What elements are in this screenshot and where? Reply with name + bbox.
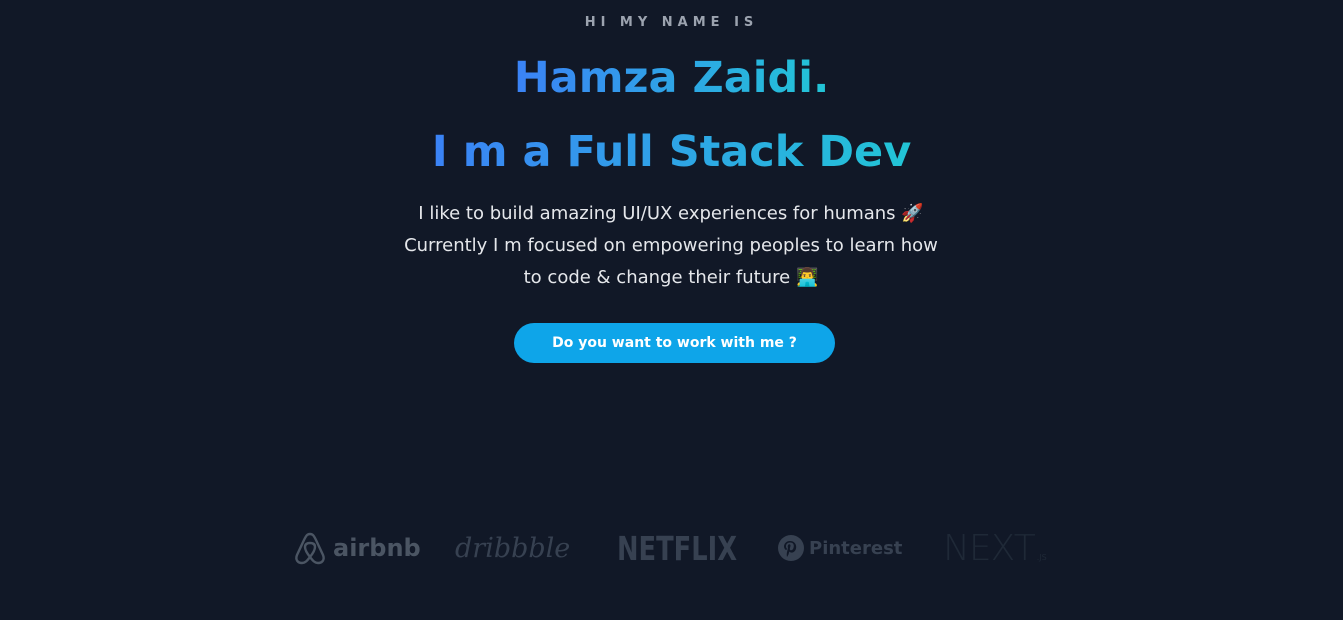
- nextjs-logo: NEXT .JS: [943, 518, 1047, 578]
- hero-name: Hamza Zaidi.: [0, 52, 1343, 104]
- nextjs-wordmark: NEXT: [943, 527, 1036, 569]
- hero-bio: I like to build amazing UI/UX experience…: [371, 198, 971, 294]
- airbnb-wordmark: airbnb: [333, 534, 421, 562]
- dribbble-wordmark: dribbble: [455, 532, 571, 564]
- hero-name-text: Hamza Zaidi.: [513, 53, 830, 103]
- bio-line: Currently I m focused on empowering peop…: [404, 235, 938, 256]
- hero-role-text: I m a Full Stack Dev: [431, 127, 912, 177]
- netflix-logo: NETFLIX: [617, 518, 771, 578]
- bio-line: to code & change their future 👨‍💻: [523, 267, 819, 288]
- hero-section: HI MY NAME IS Hamza Zaidi. I m a Full St…: [0, 0, 1343, 620]
- airbnb-logo: airbnb: [293, 518, 421, 578]
- eyebrow-text: HI MY NAME IS: [584, 15, 759, 30]
- pinterest-icon: [778, 535, 804, 561]
- hero-role: I m a Full Stack Dev: [0, 124, 1343, 180]
- pinterest-logo: Pinterest: [777, 518, 902, 578]
- work-with-me-button[interactable]: Do you want to work with me ?: [514, 323, 835, 363]
- client-logos: airbnb dribbble NETFLIX Pinterest NEXT .…: [285, 518, 1065, 578]
- netflix-wordmark: NETFLIX: [617, 528, 738, 568]
- bio-line: I like to build amazing UI/UX experience…: [418, 203, 924, 224]
- nextjs-suffix: .JS: [1036, 552, 1047, 562]
- pinterest-wordmark: Pinterest: [809, 537, 903, 559]
- dribbble-logo: dribbble: [455, 518, 570, 578]
- airbnb-icon: [295, 532, 325, 565]
